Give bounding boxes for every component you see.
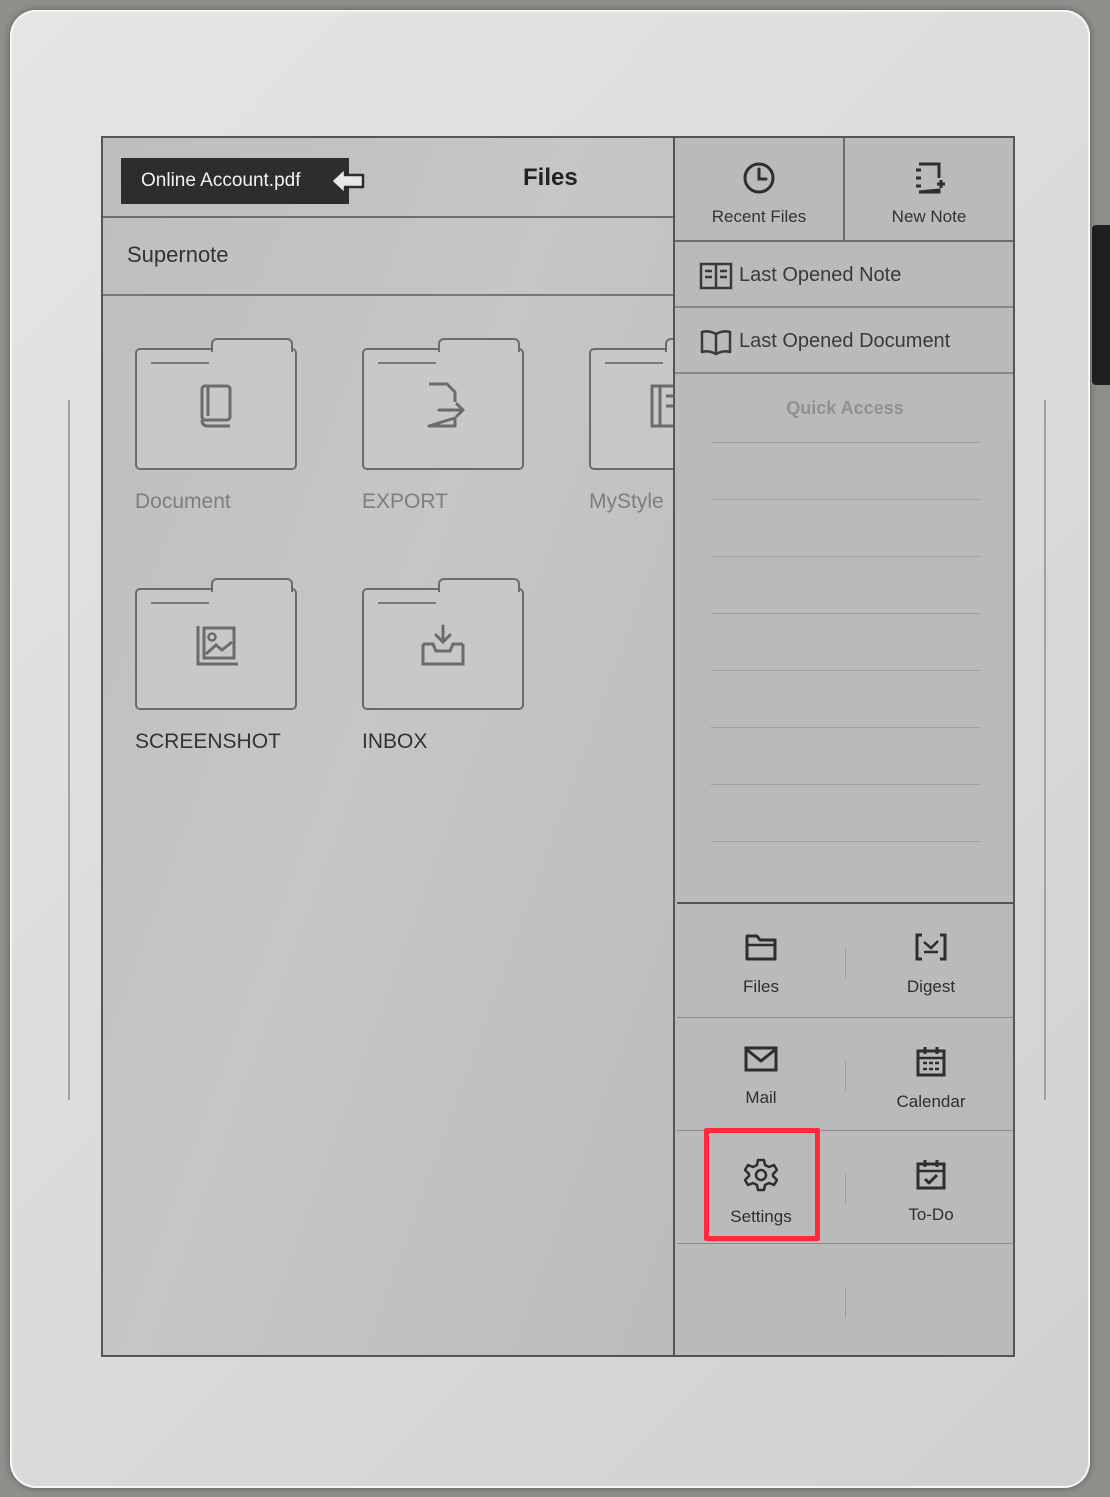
todo-icon <box>916 1160 946 1190</box>
clock-icon <box>743 162 775 194</box>
recent-files-label: Recent Files <box>711 207 807 226</box>
folder-label: INBOX <box>362 730 428 753</box>
quick-access-divider <box>711 784 979 785</box>
note-book-icon <box>699 262 733 290</box>
quick-access-divider <box>711 727 979 728</box>
export-icon <box>427 382 465 428</box>
last-opened-document-label: Last Opened Document <box>739 330 951 352</box>
folder-shape <box>362 578 524 710</box>
grid-divider <box>845 1061 846 1091</box>
settings-highlight-box <box>704 1128 820 1241</box>
app-files-button[interactable]: Files <box>677 904 845 1016</box>
app-label: To-Do <box>908 1205 954 1224</box>
new-note-icon <box>916 162 945 194</box>
quick-access-divider <box>711 670 979 671</box>
breadcrumb-current[interactable]: Supernote <box>127 242 229 268</box>
grid-divider <box>845 948 846 978</box>
last-opened-note-label: Last Opened Note <box>739 264 902 286</box>
app-label: Digest <box>906 977 956 996</box>
folder-icon <box>745 934 777 961</box>
book-icon <box>200 384 232 428</box>
folder-shape <box>135 338 297 470</box>
folder-shape <box>135 578 297 710</box>
digest-icon <box>915 933 947 961</box>
quick-access-divider <box>711 841 979 842</box>
calendar-icon <box>916 1047 946 1077</box>
last-opened-document-button[interactable]: Last Opened Document <box>675 308 1013 374</box>
app-calendar-button[interactable]: Calendar <box>847 1017 1013 1129</box>
right-bezel-groove <box>1044 400 1046 1100</box>
app-digest-button[interactable]: Digest <box>847 904 1013 1016</box>
quick-access-divider <box>711 499 979 500</box>
mail-icon <box>744 1046 778 1072</box>
back-arrow-icon[interactable] <box>329 164 367 198</box>
folder-label: SCREENSHOT <box>135 730 281 753</box>
files-topbar: Online Account.pdf Files <box>103 138 673 218</box>
folder-shape <box>362 338 524 470</box>
device-screen: Online Account.pdf Files Supernote Docum… <box>101 136 1015 1357</box>
app-todo-button[interactable]: To-Do <box>847 1130 1013 1242</box>
quick-access-divider <box>711 442 979 443</box>
app-label: Files <box>743 977 779 996</box>
inbox-icon <box>421 624 465 666</box>
grid-divider <box>845 1174 846 1204</box>
folder-item-inbox[interactable]: INBOX <box>362 578 524 754</box>
grid-divider <box>677 1243 1013 1244</box>
device-side-button <box>1092 225 1110 385</box>
folder-label: Document <box>135 490 231 513</box>
left-bezel-groove <box>68 400 70 1100</box>
image-icon <box>196 626 238 666</box>
open-book-icon <box>700 330 732 356</box>
folder-item-document[interactable]: Document <box>135 338 297 514</box>
app-mail-button[interactable]: Mail <box>677 1017 845 1129</box>
quick-access-divider <box>711 613 979 614</box>
quick-access-divider <box>711 556 979 557</box>
app-label: Calendar <box>896 1092 966 1111</box>
breadcrumb: Supernote <box>103 218 673 296</box>
folder-label: EXPORT <box>362 490 448 513</box>
folder-item-export[interactable]: EXPORT <box>362 338 524 514</box>
quick-access-title: Quick Access <box>786 398 904 418</box>
new-note-label: New Note <box>891 207 967 226</box>
folder-item-screenshot[interactable]: SCREENSHOT <box>135 578 297 754</box>
page-title: Files <box>523 164 578 191</box>
file-browser: Online Account.pdf Files Supernote Docum… <box>103 138 751 1355</box>
grid-divider <box>845 1288 846 1318</box>
app-label: Mail <box>745 1088 777 1107</box>
new-note-button[interactable]: New Note <box>845 138 1013 242</box>
open-document-tag[interactable]: Online Account.pdf <box>121 158 349 204</box>
recent-files-button[interactable]: Recent Files <box>675 138 845 242</box>
last-opened-note-button[interactable]: Last Opened Note <box>675 242 1013 308</box>
